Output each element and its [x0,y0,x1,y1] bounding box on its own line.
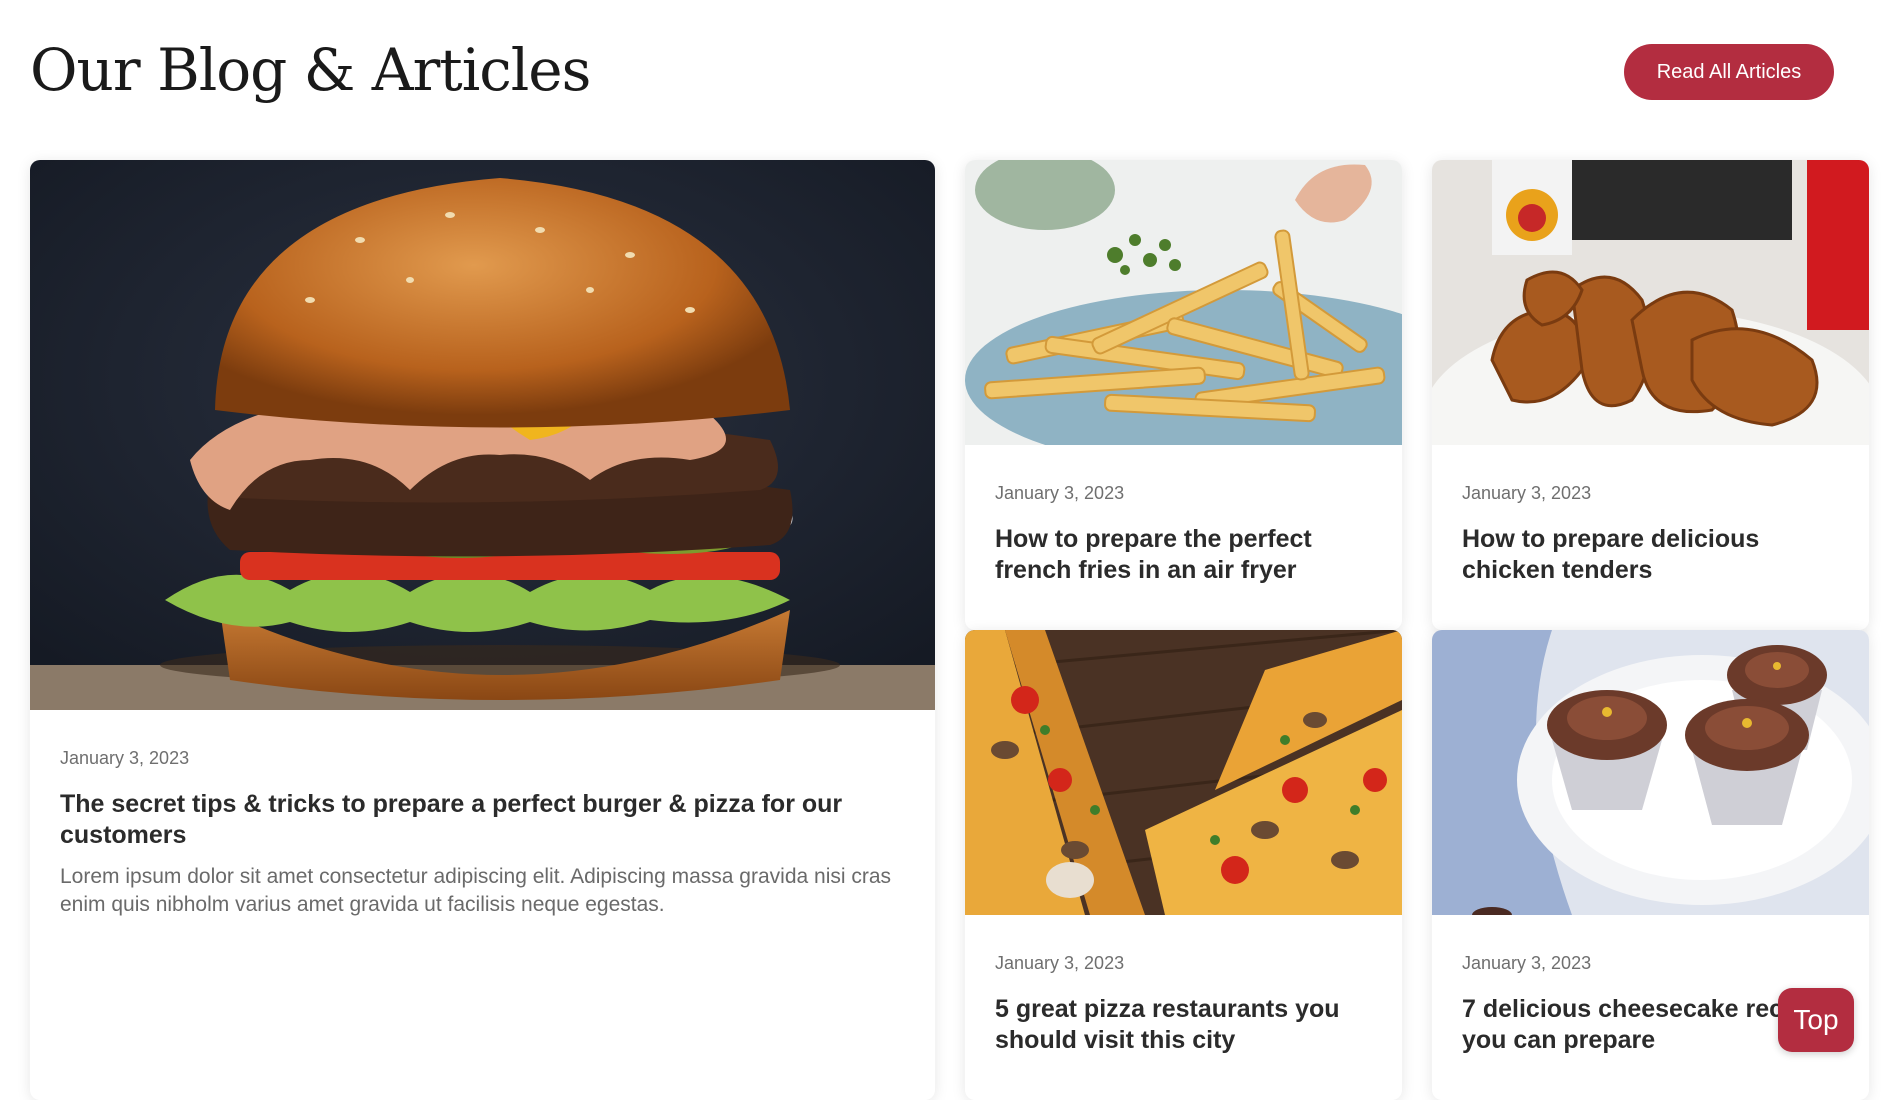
section-title: Our Blog & Articles [30,36,591,104]
read-all-articles-button[interactable]: Read All Articles [1624,44,1834,100]
french-fries-image[interactable] [965,160,1402,445]
scroll-to-top-button[interactable]: Top [1778,988,1854,1052]
article-title[interactable]: How to prepare the perfect french fries … [995,524,1372,586]
article-date: January 3, 2023 [995,953,1125,973]
article-date: January 3, 2023 [1462,953,1592,973]
burger-image[interactable] [30,160,935,710]
article-date: January 3, 2023 [995,483,1125,503]
article-date: January 3, 2023 [60,748,190,768]
article-title[interactable]: How to prepare delicious chicken tenders [1462,524,1839,586]
article-card-chicken-tenders[interactable]: January 3, 2023 How to prepare delicious… [1432,160,1869,630]
article-title[interactable]: The secret tips & tricks to prepare a pe… [60,789,905,851]
article-title[interactable]: 5 great pizza restaurants you should vis… [995,994,1372,1056]
article-date: January 3, 2023 [1462,483,1592,503]
pizza-image[interactable] [965,630,1402,915]
article-card-french-fries[interactable]: January 3, 2023 How to prepare the perfe… [965,160,1402,630]
featured-article-card[interactable]: January 3, 2023 The secret tips & tricks… [30,160,935,1100]
cupcakes-image[interactable] [1432,630,1869,915]
article-card-pizza-restaurants[interactable]: January 3, 2023 5 great pizza restaurant… [965,630,1402,1100]
article-excerpt: Lorem ipsum dolor sit amet consectetur a… [60,865,892,916]
chicken-tenders-image[interactable] [1432,160,1869,445]
